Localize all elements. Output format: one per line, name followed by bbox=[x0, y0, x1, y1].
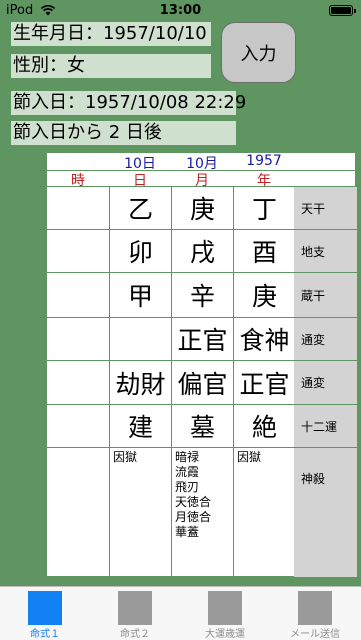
tsuhen2-label: 通変 bbox=[294, 361, 357, 404]
zoukan-hour bbox=[47, 273, 109, 317]
tsuhen2-year: 正官 bbox=[233, 361, 295, 404]
meishiki-2-icon bbox=[118, 591, 152, 625]
birth-date-field[interactable]: 生年月日：1957/10/10 bbox=[11, 22, 211, 46]
shinsatsu-day-cell bbox=[109, 448, 171, 577]
shinsatsu-month-item: 華蓋 bbox=[175, 525, 200, 539]
setsu-date-field: 節入日：1957/10/08 22:29 bbox=[11, 91, 246, 115]
zoukan-label: 蔵干 bbox=[294, 273, 357, 317]
gender-text: 性別：女 bbox=[13, 55, 85, 76]
tenkan-year: 丁 bbox=[233, 187, 295, 229]
tsuhen1-day bbox=[109, 318, 171, 360]
shinsatsu-year-item: 因獄 bbox=[237, 450, 262, 464]
zoukan-month: 辛 bbox=[171, 273, 233, 317]
tsuhen2-hour bbox=[47, 361, 109, 404]
setsu-date-text: 節入日：1957/10/08 22:29 bbox=[13, 92, 247, 113]
day-top-header: 10日 bbox=[124, 156, 156, 172]
tab-mail-send[interactable]: メール送信 bbox=[270, 587, 360, 640]
chishi-hour bbox=[47, 230, 109, 272]
shinsatsu-year-cell bbox=[233, 448, 295, 577]
day-pillar-header: 日 bbox=[133, 173, 147, 189]
hour-pillar-header: 時 bbox=[71, 173, 85, 189]
tab-mail-send-label: メール送信 bbox=[290, 629, 340, 640]
zoukan-year: 庚 bbox=[233, 273, 295, 317]
tab-meishiki-1[interactable]: 命式１ bbox=[0, 587, 90, 640]
tsuhen1-month: 正官 bbox=[171, 318, 233, 360]
shinsatsu-month-item: 月徳合 bbox=[175, 510, 212, 524]
year-pillar-header: 年 bbox=[257, 173, 271, 189]
status-bar: iPod 13:00 bbox=[0, 0, 361, 22]
clock: 13:00 bbox=[159, 3, 202, 18]
tsuhen1-year: 食神 bbox=[233, 318, 295, 360]
tsuhen2-day: 劫財 bbox=[109, 361, 171, 404]
tenkan-month: 庚 bbox=[171, 187, 233, 229]
tsuhen1-label: 通変 bbox=[294, 318, 357, 360]
chishi-label: 地支 bbox=[294, 230, 357, 272]
meishiki-1-icon bbox=[28, 591, 62, 625]
days-after-text: 節入日から 2 日後 bbox=[13, 122, 162, 143]
juniun-month: 墓 bbox=[171, 405, 233, 447]
shinsatsu-day-list: 因獄 bbox=[109, 448, 171, 465]
juniun-year: 絶 bbox=[233, 405, 295, 447]
days-after-field: 節入日から 2 日後 bbox=[11, 121, 236, 145]
chishi-month: 戌 bbox=[171, 230, 233, 272]
month-top-header: 10月 bbox=[186, 156, 218, 172]
mail-send-icon bbox=[298, 591, 332, 625]
taiun-saiun-icon bbox=[208, 591, 242, 625]
tab-taiun-saiun[interactable]: 大運歳運 bbox=[180, 587, 270, 640]
tenkan-day: 乙 bbox=[109, 187, 171, 229]
chishi-year: 酉 bbox=[233, 230, 295, 272]
tab-meishiki-1-label: 命式１ bbox=[30, 629, 60, 640]
battery-icon bbox=[329, 5, 356, 16]
month-pillar-header: 月 bbox=[195, 173, 209, 189]
tenkan-hour bbox=[47, 187, 109, 229]
tsuhen1-hour bbox=[47, 318, 109, 360]
shinsatsu-hour bbox=[47, 448, 109, 577]
chishi-day: 卯 bbox=[109, 230, 171, 272]
juniun-day: 建 bbox=[109, 405, 171, 447]
birth-date-text: 生年月日：1957/10/10 bbox=[13, 23, 207, 44]
shinsatsu-label: 神殺 bbox=[294, 448, 357, 577]
year-top-header: 1957 bbox=[246, 153, 282, 169]
tab-meishiki-2[interactable]: 命式２ bbox=[90, 587, 180, 640]
juniun-label: 十二運 bbox=[294, 405, 357, 447]
shinsatsu-month-list: 暗禄 流霞 飛刃 天徳合 月徳合 華蓋 bbox=[171, 448, 233, 540]
tenkan-label: 天干 bbox=[294, 187, 357, 229]
enter-button[interactable]: 入力 bbox=[221, 22, 296, 83]
tab-meishiki-2-label: 命式２ bbox=[120, 629, 150, 640]
zoukan-day: 甲 bbox=[109, 273, 171, 317]
tab-bar: 命式１ 命式２ 大運歳運 メール送信 bbox=[0, 586, 361, 640]
juniun-hour bbox=[47, 405, 109, 447]
shinsatsu-year-list: 因獄 bbox=[233, 448, 295, 465]
tsuhen2-month: 偏官 bbox=[171, 361, 233, 404]
shinsatsu-month-item: 暗禄 bbox=[175, 450, 200, 464]
meishiki-table: 10日 10月 1957 時 日 月 年 乙 庚 丁 天干 卯 戌 酉 地支 甲… bbox=[46, 152, 357, 577]
tab-taiun-saiun-label: 大運歳運 bbox=[205, 629, 245, 640]
shinsatsu-day-item: 因獄 bbox=[113, 450, 138, 464]
shinsatsu-month-item: 飛刃 bbox=[175, 480, 200, 494]
gender-field[interactable]: 性別：女 bbox=[11, 54, 211, 78]
shinsatsu-month-item: 流霞 bbox=[175, 465, 200, 479]
shinsatsu-month-item: 天徳合 bbox=[175, 495, 212, 509]
